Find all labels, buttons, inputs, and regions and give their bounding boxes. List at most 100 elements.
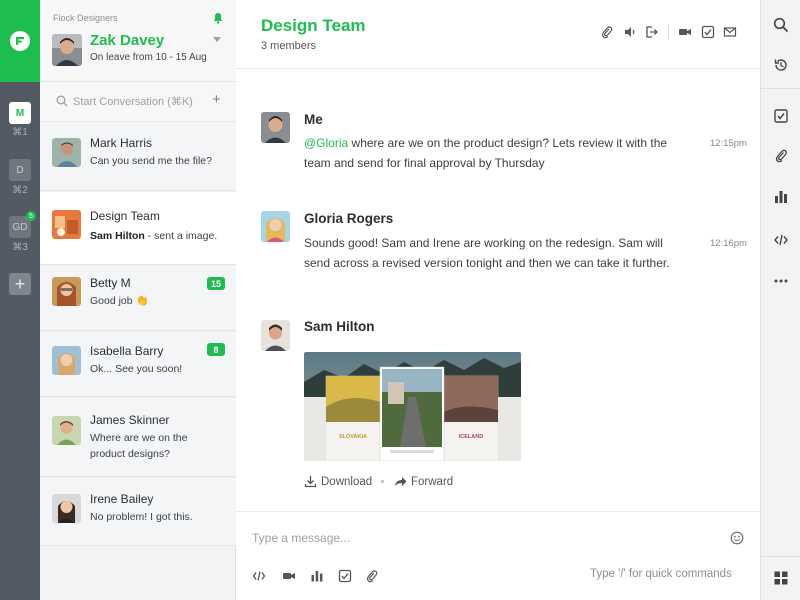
add-workspace-button[interactable]: +: [9, 273, 31, 295]
conversation-name: Betty M: [90, 276, 131, 290]
paperclip-icon[interactable]: [600, 25, 614, 39]
message-sender[interactable]: Sam Hilton: [304, 319, 375, 334]
preview-sender: Sam Hilton: [90, 230, 145, 242]
message-text: @Gloria where are we on the product desi…: [304, 133, 674, 173]
message-sender[interactable]: Gloria Rogers: [304, 211, 393, 226]
forward-button[interactable]: Forward: [394, 475, 453, 488]
conversation-preview: No problem! I got this.: [90, 511, 193, 523]
workspace-shortcut: ⌘3: [12, 242, 28, 253]
conversation-preview: Can you send me the file?: [90, 155, 212, 167]
chevron-down-icon[interactable]: [213, 37, 221, 42]
app-sidebar: [760, 0, 800, 600]
avatar: [52, 138, 81, 167]
conversation-name: Mark Harris: [90, 136, 152, 150]
search-icon: [56, 95, 68, 107]
conversation-item-mark-harris[interactable]: Mark Harris Can you send me the file?: [40, 122, 236, 191]
avatar[interactable]: [52, 34, 82, 66]
more-options-icon[interactable]: [773, 273, 789, 289]
mention-link[interactable]: @Gloria: [304, 136, 348, 150]
conversation-name: Irene Bailey: [90, 492, 154, 506]
conversation-item-irene-bailey[interactable]: Irene Bailey No problem! I got this.: [40, 478, 236, 546]
user-name[interactable]: Zak Davey: [90, 32, 164, 49]
preview-text: - sent a image.: [144, 230, 218, 242]
message-text: Sounds good! Sam and Irene are working o…: [304, 236, 670, 270]
conversation-search: +: [40, 82, 236, 122]
download-icon: [304, 476, 317, 488]
emoji-icon[interactable]: [730, 531, 744, 545]
conversation-item-isabella-barry[interactable]: Isabella Barry Ok... See you soon! 8: [40, 332, 236, 397]
conversation-preview: Where are we on the product designs?: [90, 432, 188, 460]
poll-chart-icon[interactable]: [310, 569, 324, 583]
divider: [761, 88, 800, 89]
conversation-name: Isabella Barry: [90, 344, 164, 358]
profile-panel: Flock Designers Zak Davey On leave from …: [40, 0, 236, 82]
conversation-name: James Skinner: [90, 413, 170, 427]
todo-checkbox-icon[interactable]: [338, 569, 352, 583]
flock-logo[interactable]: [0, 0, 40, 82]
conversation-name: Design Team: [90, 209, 160, 223]
divider: [761, 556, 800, 557]
video-call-icon[interactable]: [282, 569, 296, 583]
chat-header: Design Team 3 members: [236, 0, 760, 69]
todo-checkbox-icon[interactable]: [773, 108, 789, 124]
bell-icon[interactable]: [212, 12, 224, 24]
header-divider: [668, 24, 669, 40]
workspace-shortcut: ⌘1: [12, 127, 28, 138]
message-input[interactable]: [252, 528, 702, 548]
code-snippet-icon[interactable]: [252, 569, 266, 583]
org-name: Flock Designers: [53, 13, 118, 23]
conversation-sidebar: Flock Designers Zak Davey On leave from …: [40, 0, 236, 600]
avatar: [52, 416, 81, 445]
history-icon[interactable]: [773, 57, 789, 73]
download-label: Download: [321, 475, 373, 488]
member-count[interactable]: 3 members: [261, 40, 316, 52]
iceland-label: ICELAND: [459, 434, 483, 440]
poll-chart-icon[interactable]: [773, 189, 789, 205]
message-timestamp: 12:15pm: [710, 138, 747, 149]
conversation-item-james-skinner[interactable]: James Skinner Where are we on the produc…: [40, 398, 236, 477]
todo-checkbox-icon[interactable]: [701, 25, 715, 39]
download-button[interactable]: Download: [304, 475, 372, 488]
workspace-unread-badge: 5: [26, 211, 36, 221]
app-grid-icon[interactable]: [773, 570, 789, 586]
avatar: [52, 210, 81, 239]
workspace-initial: GD: [12, 221, 28, 233]
separator: [381, 480, 384, 483]
avatar[interactable]: [261, 112, 290, 143]
quick-commands-hint: Type '/' for quick commands: [590, 568, 732, 580]
leave-icon[interactable]: [645, 25, 659, 39]
message-body: where are we on the product design? Lets…: [304, 136, 668, 170]
message-sender[interactable]: Me: [304, 112, 323, 127]
avatar: [52, 346, 81, 375]
conversation-preview: Ok... See you soon!: [90, 363, 183, 375]
search-icon[interactable]: [773, 17, 789, 33]
workspace-initial: M: [15, 107, 25, 119]
avatar[interactable]: [261, 211, 290, 242]
channel-title[interactable]: Design Team: [261, 16, 366, 36]
search-input[interactable]: [73, 93, 203, 111]
message-composer: Type '/' for quick commands: [236, 511, 760, 600]
email-icon[interactable]: [723, 25, 737, 39]
speaker-icon[interactable]: [623, 25, 637, 39]
image-attachment[interactable]: SLOVAKIA ICELAND: [304, 352, 521, 461]
workspace-initial: D: [16, 164, 24, 176]
unread-badge: 8: [207, 343, 225, 356]
avatar: [52, 494, 81, 523]
video-call-icon[interactable]: [678, 25, 692, 39]
forward-label: Forward: [411, 475, 454, 488]
workspace-rail: M ⌘1 D ⌘2 GD 5 ⌘3 +: [0, 0, 40, 600]
workspace-d[interactable]: D: [9, 159, 31, 181]
paperclip-icon[interactable]: [365, 569, 379, 583]
workspace-m[interactable]: M: [9, 102, 31, 124]
message-timestamp: 12:16pm: [710, 238, 747, 249]
conversation-item-betty-m[interactable]: Betty M Good job 👏 15: [40, 266, 236, 331]
paperclip-icon[interactable]: [773, 148, 789, 164]
slovakia-label: SLOVAKIA: [339, 434, 367, 440]
conversation-item-design-team[interactable]: Design Team Sam Hilton - sent a image.: [40, 192, 236, 265]
avatar[interactable]: [261, 320, 290, 351]
code-snippet-icon[interactable]: [773, 232, 789, 248]
chat-panel: Design Team 3 members Me @Gloria where a…: [236, 0, 760, 600]
conversation-preview: Good job 👏: [90, 295, 149, 307]
new-conversation-button[interactable]: +: [212, 91, 221, 108]
forward-arrow-icon: [395, 477, 407, 486]
